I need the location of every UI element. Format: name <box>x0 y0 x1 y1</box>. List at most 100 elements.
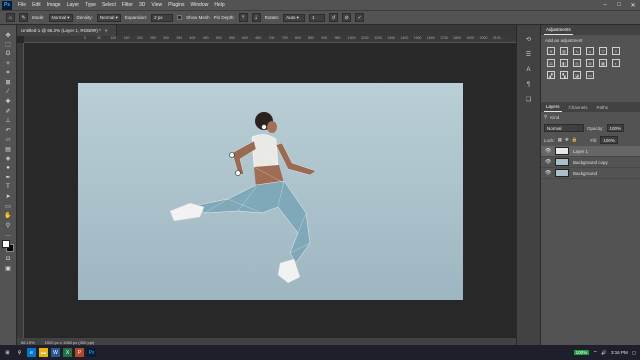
menu-image[interactable]: Image <box>44 2 64 8</box>
mode-select[interactable]: Normal ▾ <box>48 13 73 22</box>
reset-icon[interactable]: ↺ <box>329 13 339 22</box>
menu-help[interactable]: Help <box>211 2 227 8</box>
menu-view[interactable]: View <box>148 2 165 8</box>
pen-tool-icon[interactable]: ✒ <box>3 174 14 182</box>
eye-icon[interactable]: 👁 <box>545 170 551 176</box>
color-lookup-icon[interactable]: ▦ <box>599 59 607 67</box>
tab-layers[interactable]: Layers <box>544 104 562 112</box>
cancel-icon[interactable]: ⊘ <box>342 13 352 22</box>
volume-icon[interactable]: 🔊 <box>601 350 607 356</box>
libraries-panel-icon[interactable]: ❏ <box>524 95 533 104</box>
vertical-ruler[interactable] <box>17 43 24 338</box>
channel-mixer-icon[interactable]: ⊛ <box>586 59 594 67</box>
horizontal-ruler[interactable]: 0 50 100 150 200 250 300 350 400 450 500 550 600 650 7… <box>24 36 516 43</box>
path-selection-tool-icon[interactable]: ➤ <box>3 193 14 201</box>
tab-channels[interactable]: Channels <box>567 105 590 112</box>
healing-brush-tool-icon[interactable]: ✚ <box>3 98 14 106</box>
menu-window[interactable]: Window <box>188 2 212 8</box>
close-tab-icon[interactable]: × <box>105 28 108 33</box>
opacity-input[interactable]: 100% <box>606 124 625 132</box>
menu-layer[interactable]: Layer <box>64 2 83 8</box>
file-explorer-icon[interactable]: ▬ <box>39 348 48 357</box>
pin-head[interactable] <box>261 124 267 130</box>
type-tool-icon[interactable]: T <box>3 183 14 191</box>
eyedropper-tool-icon[interactable]: ⁄ <box>3 88 14 96</box>
character-panel-icon[interactable]: A <box>524 65 533 74</box>
fill-input[interactable]: 100% <box>600 136 618 144</box>
blend-mode-select[interactable]: Normal <box>544 124 584 132</box>
curves-icon[interactable]: ∿ <box>573 47 581 55</box>
word-icon[interactable]: W <box>51 348 60 357</box>
battery-indicator[interactable]: 100% <box>573 350 590 355</box>
menu-edit[interactable]: Edit <box>29 2 44 8</box>
photo-filter-icon[interactable]: ◎ <box>573 59 581 67</box>
frame-tool-icon[interactable]: ⊠ <box>3 79 14 87</box>
zoom-tool-icon[interactable]: ⚲ <box>3 221 14 229</box>
document-image[interactable] <box>78 83 463 300</box>
menu-select[interactable]: Select <box>99 2 119 8</box>
hand-tool-icon[interactable]: ✋ <box>3 212 14 220</box>
canvas-area[interactable] <box>24 43 516 338</box>
history-panel-icon[interactable]: ⟲ <box>524 35 533 44</box>
menu-file[interactable]: File <box>15 2 29 8</box>
brush-tool-icon[interactable]: ✐ <box>3 107 14 115</box>
foreground-color-swatch[interactable] <box>1 240 10 248</box>
search-icon[interactable]: ⚲ <box>15 348 24 357</box>
pin-forward-icon[interactable]: ⇡ <box>238 13 248 22</box>
zoom-level[interactable]: 66.19% <box>21 340 35 345</box>
menu-filter[interactable]: Filter <box>119 2 136 8</box>
eye-icon[interactable]: 👁 <box>545 159 551 165</box>
marquee-tool-icon[interactable]: ⬚ <box>3 41 14 49</box>
layer-row[interactable]: 👁 Background <box>541 168 640 179</box>
minimize-icon[interactable]: – <box>598 0 612 10</box>
screen-mode-icon[interactable]: ▣ <box>3 264 14 272</box>
color-swatches[interactable] <box>1 240 15 253</box>
dodge-tool-icon[interactable]: ● <box>3 164 14 172</box>
puppet-warp-tool-icon[interactable]: ✎ <box>19 13 28 22</box>
tab-paths[interactable]: Paths <box>595 105 611 112</box>
clone-stamp-tool-icon[interactable]: ⊥ <box>3 117 14 125</box>
clock[interactable]: 3:16 PM <box>611 350 628 355</box>
wifi-icon[interactable]: ⌔ <box>593 350 597 356</box>
blur-tool-icon[interactable]: ◈ <box>3 155 14 163</box>
vibrance-icon[interactable]: ▽ <box>599 47 607 55</box>
lock-position-icon[interactable]: ✥ <box>565 137 569 143</box>
eraser-tool-icon[interactable]: ▱ <box>3 136 14 144</box>
rotate-degrees-input[interactable]: 1 <box>309 13 326 22</box>
pin-hand[interactable] <box>235 170 241 176</box>
brightness-icon[interactable]: ☀ <box>547 47 555 55</box>
menu-type[interactable]: Type <box>82 2 99 8</box>
document-tab[interactable]: Untitled-1 @ 66.2% (Layer 1, RGB/8#) * × <box>17 25 117 36</box>
invert-icon[interactable]: ◐ <box>612 59 620 67</box>
menu-3d[interactable]: 3D <box>136 2 148 8</box>
posterize-icon[interactable]: ▞ <box>547 71 555 79</box>
more-tools-icon[interactable]: … <box>3 231 14 239</box>
kind-filter[interactable]: Kind <box>550 115 559 120</box>
photoshop-taskbar-icon[interactable]: Ps <box>87 348 96 357</box>
quick-mask-icon[interactable]: ◘ <box>3 255 14 263</box>
menu-plugins[interactable]: Plugins <box>165 2 187 8</box>
rotate-select[interactable]: Auto ▾ <box>283 13 306 22</box>
crop-tool-icon[interactable]: ⌗ <box>3 69 14 77</box>
edge-icon[interactable]: e <box>27 348 36 357</box>
exposure-icon[interactable]: ± <box>586 47 594 55</box>
home-icon[interactable]: ⌂ <box>6 13 15 22</box>
lock-all-icon[interactable]: 🔒 <box>572 137 578 143</box>
history-brush-tool-icon[interactable]: ↶ <box>3 126 14 134</box>
windows-start-icon[interactable]: ⊞ <box>3 348 12 357</box>
paragraph-panel-icon[interactable]: ¶ <box>524 80 533 89</box>
rectangle-tool-icon[interactable]: ▭ <box>3 202 14 210</box>
selective-color-icon[interactable]: ◪ <box>573 71 581 79</box>
show-mesh-checkbox[interactable] <box>177 15 183 20</box>
maximize-icon[interactable]: □ <box>612 0 626 10</box>
layer-row[interactable]: 👁 Background copy <box>541 157 640 168</box>
layer-row[interactable]: 👁 Layer 1 <box>541 146 640 157</box>
threshold-icon[interactable]: ▚ <box>560 71 568 79</box>
powerpoint-icon[interactable]: P <box>75 348 84 357</box>
close-window-icon[interactable]: ✕ <box>626 0 640 10</box>
lasso-tool-icon[interactable]: ʘ <box>3 50 14 58</box>
lock-pixels-icon[interactable]: ▦ <box>558 137 562 143</box>
magic-wand-tool-icon[interactable]: ✧ <box>3 60 14 68</box>
notifications-icon[interactable]: ▢ <box>632 350 636 356</box>
density-select[interactable]: Normal ▾ <box>96 13 121 22</box>
